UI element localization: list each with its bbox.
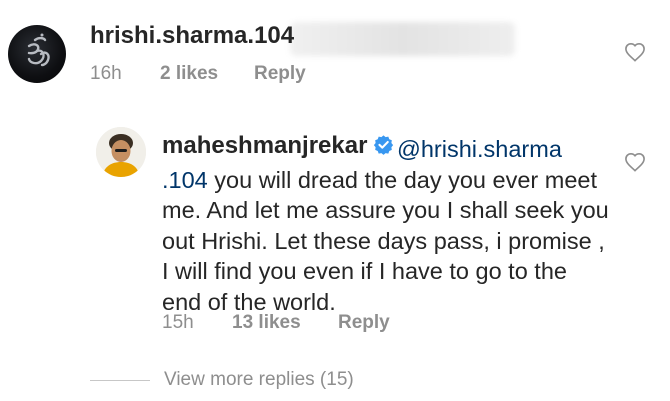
- comment-text: you will dread the day you ever meet me.…: [162, 166, 609, 315]
- om-symbol-icon: [27, 33, 50, 67]
- comment-time: 15h: [162, 312, 194, 333]
- comment-username[interactable]: hrishi.sharma.104: [90, 22, 294, 50]
- avatar-maheshmanjrekar[interactable]: [96, 127, 146, 177]
- comment-likes[interactable]: 2 likes: [160, 63, 218, 85]
- redacted-text: [290, 22, 515, 56]
- reply-button[interactable]: Reply: [254, 63, 306, 85]
- avatar-hrishi[interactable]: [8, 25, 66, 83]
- view-more-replies-button[interactable]: View more replies (15): [164, 369, 354, 391]
- comment-likes[interactable]: 13 likes: [232, 312, 301, 334]
- comment-body: @hrishi.sharma .104 you will dread the d…: [162, 134, 612, 317]
- reply-button[interactable]: Reply: [338, 312, 390, 334]
- heart-outline-icon[interactable]: [624, 152, 646, 177]
- mention-link[interactable]: @hrishi.sharma: [397, 136, 562, 162]
- profile-photo: [96, 127, 146, 177]
- mention-link-continued[interactable]: .104: [162, 167, 208, 193]
- heart-outline-icon[interactable]: [624, 42, 646, 67]
- comment-time: 16h: [90, 63, 122, 84]
- replies-divider: [90, 380, 150, 381]
